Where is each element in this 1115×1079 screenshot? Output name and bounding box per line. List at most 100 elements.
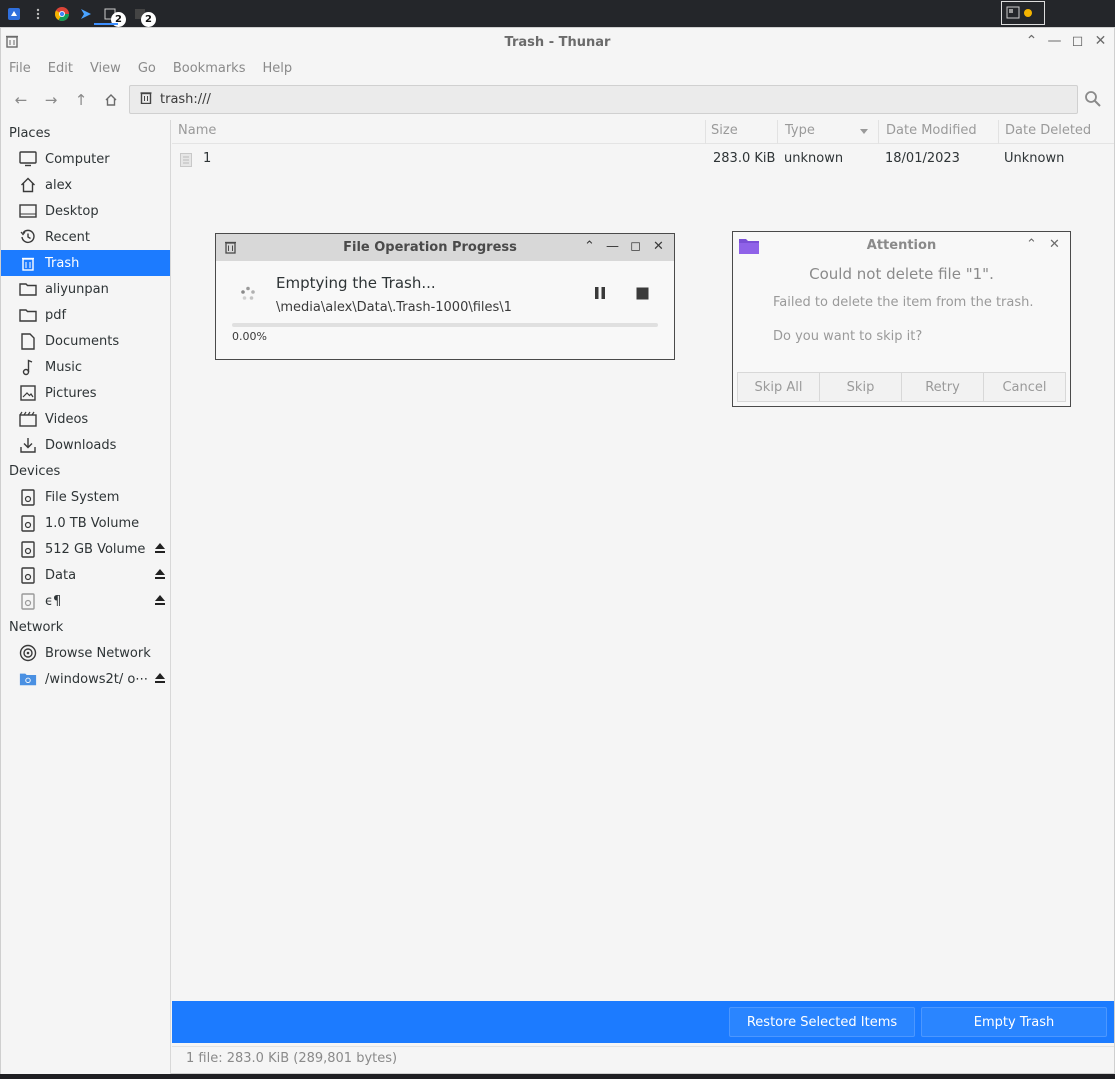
location-path: trash:///: [160, 92, 211, 107]
cancel-button[interactable]: Cancel: [984, 373, 1065, 401]
system-tray[interactable]: [1001, 1, 1045, 25]
sidebar-item-downloads[interactable]: Downloads: [1, 432, 170, 458]
dialog-titlebar[interactable]: Attention ⌃ ✕: [733, 232, 1070, 259]
drive-icon: [19, 514, 37, 532]
table-row[interactable]: 1 283.0 KiB unknown 18/01/2023 Unknown: [172, 148, 1114, 172]
column-separator[interactable]: [998, 120, 999, 144]
sidebar-item-512gb-volume[interactable]: 512 GB Volume: [1, 536, 170, 562]
file-date-modified: 18/01/2023: [885, 151, 960, 166]
dialog-message: Failed to delete the item from the trash…: [773, 295, 1034, 310]
eject-icon[interactable]: [154, 672, 166, 688]
menu-edit[interactable]: Edit: [48, 61, 73, 76]
eject-icon[interactable]: [154, 594, 166, 610]
terminal-icon[interactable]: [76, 4, 96, 24]
sidebar-item-desktop[interactable]: Desktop: [1, 198, 170, 224]
sidebar-item-label: alex: [45, 177, 73, 193]
network-icon: [19, 644, 37, 662]
sidebar-section-places: Places: [9, 125, 51, 141]
skip-all-button[interactable]: Skip All: [738, 373, 820, 401]
sidebar-item-label: aliyunpan: [45, 281, 109, 297]
file-size: 283.0 KiB: [713, 151, 776, 166]
sidebar-item-label: Pictures: [45, 385, 97, 401]
status-text: 1 file: 283.0 KiB (289,801 bytes): [186, 1051, 398, 1066]
sidebar-item-data[interactable]: Data: [1, 562, 170, 588]
sidebar-item-label: 512 GB Volume: [45, 541, 146, 557]
close-button[interactable]: ✕: [1047, 237, 1062, 252]
column-separator[interactable]: [777, 120, 778, 144]
sidebar-item-recent[interactable]: Recent: [1, 224, 170, 250]
restore-selected-items-button[interactable]: Restore Selected Items: [729, 1007, 915, 1037]
sidebar-item-windows-share[interactable]: /windows2t/ o⋯: [1, 666, 170, 692]
sidebar-item-alex[interactable]: alex: [1, 172, 170, 198]
app-menu-icon[interactable]: [4, 4, 24, 24]
column-name[interactable]: Name: [178, 123, 216, 138]
sidebar-item-trash[interactable]: Trash: [1, 250, 170, 276]
drive-icon: [19, 592, 37, 610]
forward-arrow-icon[interactable]: →: [41, 90, 61, 110]
back-arrow-icon[interactable]: ←: [11, 90, 31, 110]
sidebar-item-label: Desktop: [45, 203, 99, 219]
dialog-titlebar[interactable]: File Operation Progress ⌃ — ◻ ✕: [216, 234, 674, 261]
shade-button[interactable]: ⌃: [582, 239, 597, 254]
close-button[interactable]: ✕: [651, 239, 666, 254]
window-title: Trash - Thunar: [504, 34, 611, 50]
thunar-window: Trash - Thunar ⌃ — ◻ ✕ File Edit View Go…: [0, 27, 1115, 1075]
sidebar-item-pictures[interactable]: Pictures: [1, 380, 170, 406]
sidebar-item-unnamed-volume[interactable]: ϵ¶: [1, 588, 170, 614]
sidebar-item-1tb-volume[interactable]: 1.0 TB Volume: [1, 510, 170, 536]
sidebar-item-music[interactable]: Music: [1, 354, 170, 380]
menu-bookmarks[interactable]: Bookmarks: [173, 61, 246, 76]
file-date-deleted: Unknown: [1004, 151, 1065, 166]
chrome-icon[interactable]: [52, 4, 72, 24]
file-manager-taskbar-icon[interactable]: 2: [100, 4, 126, 27]
status-bar: 1 file: 283.0 KiB (289,801 bytes): [172, 1046, 1114, 1070]
maximize-button[interactable]: ◻: [628, 239, 643, 254]
sidebar-item-label: ϵ¶: [45, 593, 62, 609]
window-count-badge: 2: [141, 11, 156, 27]
dialog-question: Do you want to skip it?: [773, 329, 923, 344]
menu-file[interactable]: File: [9, 61, 31, 76]
menu-view[interactable]: View: [90, 61, 121, 76]
minimize-button[interactable]: —: [1047, 33, 1062, 49]
window-titlebar[interactable]: Trash - Thunar ⌃ — ◻ ✕: [1, 28, 1114, 56]
eject-icon[interactable]: [154, 542, 166, 558]
column-separator[interactable]: [705, 120, 706, 144]
column-size[interactable]: Size: [711, 123, 738, 138]
sidebar-item-aliyunpan[interactable]: aliyunpan: [1, 276, 170, 302]
minimize-button[interactable]: —: [605, 239, 620, 254]
task-window-icon[interactable]: 2: [130, 4, 156, 27]
sidebar-item-file-system[interactable]: File System: [1, 484, 170, 510]
sidebar-item-label: /windows2t/ o⋯: [45, 671, 149, 687]
menu-help[interactable]: Help: [262, 61, 292, 76]
menu-go[interactable]: Go: [138, 61, 156, 76]
retry-button[interactable]: Retry: [902, 373, 984, 401]
column-date-deleted[interactable]: Date Deleted: [1005, 123, 1091, 138]
sidebar-item-browse-network[interactable]: Browse Network: [1, 640, 170, 666]
shade-button[interactable]: ⌃: [1024, 33, 1039, 49]
home-icon[interactable]: [101, 90, 121, 110]
search-icon[interactable]: [1084, 90, 1102, 112]
pictures-icon: [19, 384, 37, 402]
file-name: 1: [203, 151, 212, 166]
column-separator[interactable]: [878, 120, 879, 144]
column-type[interactable]: Type: [785, 123, 815, 138]
column-date-modified[interactable]: Date Modified: [886, 123, 977, 138]
empty-trash-button[interactable]: Empty Trash: [921, 1007, 1107, 1037]
music-icon: [19, 358, 37, 376]
sidebar-item-computer[interactable]: Computer: [1, 146, 170, 172]
eject-icon[interactable]: [154, 568, 166, 584]
skip-button[interactable]: Skip: [820, 373, 902, 401]
location-bar[interactable]: trash:///: [129, 85, 1078, 114]
workspace-grid-icon[interactable]: [28, 4, 48, 24]
shade-button[interactable]: ⌃: [1024, 237, 1039, 252]
pause-icon[interactable]: [593, 286, 607, 304]
stop-icon[interactable]: [636, 287, 649, 304]
sidebar-item-documents[interactable]: Documents: [1, 328, 170, 354]
sidebar-item-videos[interactable]: Videos: [1, 406, 170, 432]
close-button[interactable]: ✕: [1093, 33, 1108, 49]
up-arrow-icon[interactable]: ↑: [71, 90, 91, 110]
maximize-button[interactable]: ◻: [1070, 33, 1085, 49]
sidebar-item-pdf[interactable]: pdf: [1, 302, 170, 328]
top-panel: 2 2: [0, 0, 1115, 27]
toolbar: ← → ↑ trash:///: [1, 80, 1114, 120]
